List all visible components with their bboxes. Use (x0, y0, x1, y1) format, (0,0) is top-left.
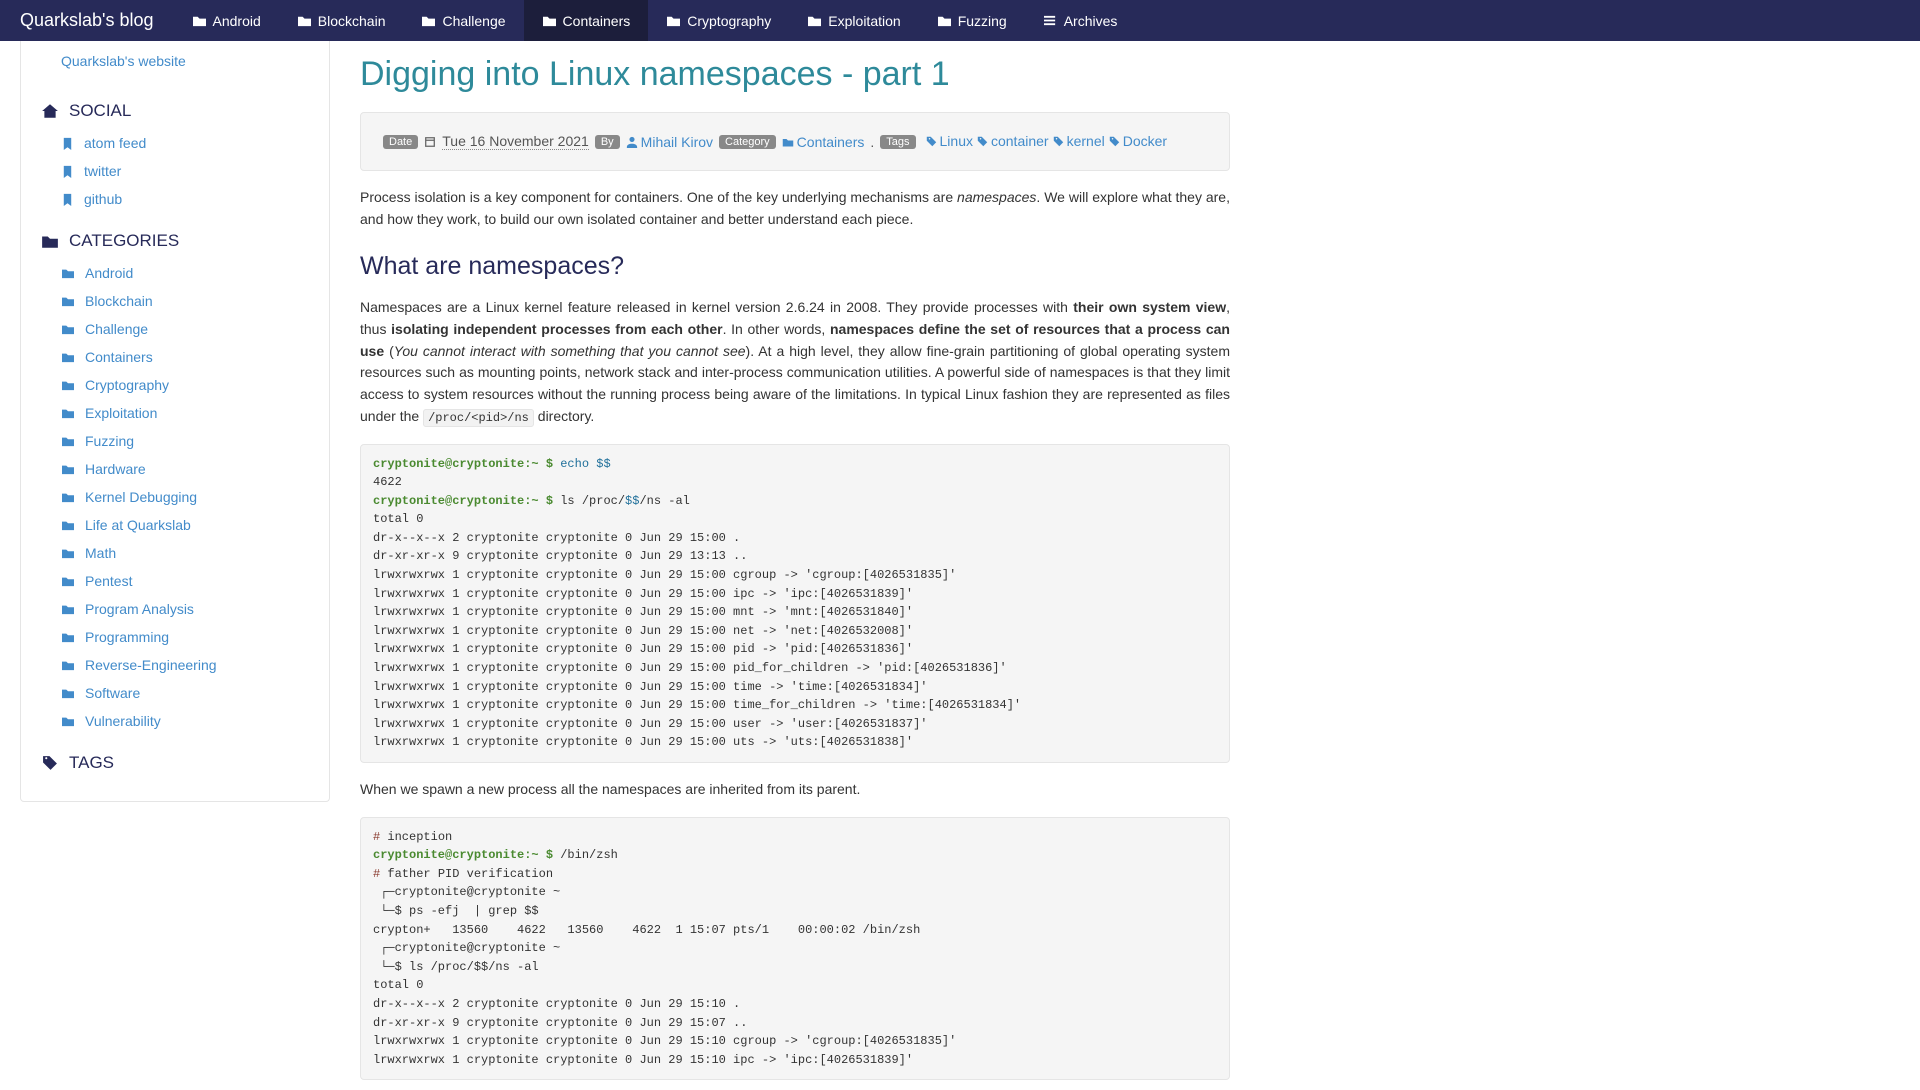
social-link-github[interactable]: github (41, 185, 309, 213)
folder-icon (61, 379, 75, 391)
folder-icon (807, 14, 822, 27)
inline-code-proc-ns: /proc/<pid>/ns (423, 409, 534, 427)
category-link-exploitation[interactable]: Exploitation (41, 399, 309, 427)
category-link-program-analysis[interactable]: Program Analysis (41, 595, 309, 623)
folder-icon (61, 659, 75, 671)
folder-icon (61, 631, 75, 643)
category-link-programming[interactable]: Programming (41, 623, 309, 651)
tag-link-kernel[interactable]: kernel (1053, 133, 1105, 149)
folder-icon (61, 547, 75, 559)
folder-icon (61, 491, 75, 503)
tag-link-linux[interactable]: Linux (926, 133, 973, 149)
category-link-containers[interactable]: Containers (41, 343, 309, 371)
category-link-software[interactable]: Software (41, 679, 309, 707)
meta-category-link[interactable]: Containers (782, 134, 865, 150)
nav-item-fuzzing[interactable]: Fuzzing (919, 0, 1025, 41)
category-link-life-at-quarkslab[interactable]: Life at Quarkslab (41, 511, 309, 539)
folder-icon (542, 14, 557, 27)
meta-dot: . (870, 134, 874, 150)
folder-icon (61, 687, 75, 699)
nav-item-android[interactable]: Android (174, 0, 279, 41)
category-link-kernel-debugging[interactable]: Kernel Debugging (41, 483, 309, 511)
category-link-android[interactable]: Android (41, 259, 309, 287)
code-block-1: cryptonite@cryptonite:~ $ echo $$ 4622 c… (360, 444, 1230, 764)
category-link-challenge[interactable]: Challenge (41, 315, 309, 343)
category-link-vulnerability[interactable]: Vulnerability (41, 707, 309, 735)
quarkslab-website-link[interactable]: Quarkslab's website (41, 51, 309, 83)
bookmark-icon (61, 193, 74, 206)
bookmark-icon (61, 165, 74, 178)
nav-item-cryptography[interactable]: Cryptography (648, 0, 789, 41)
folder-icon (937, 14, 952, 27)
meta-date-label: Date (383, 135, 418, 149)
article-meta: Date Tue 16 November 2021 By Mihail Kiro… (360, 112, 1230, 171)
sidebar-heading-categories: CATEGORIES (41, 231, 309, 251)
folder-icon (192, 14, 207, 27)
tags-icon (41, 755, 59, 771)
list-icon (1043, 14, 1058, 27)
folder-icon (41, 233, 59, 249)
folder-icon (61, 407, 75, 419)
folder-icon (61, 267, 75, 279)
folder-icon (61, 603, 75, 615)
tag-link-container[interactable]: container (977, 133, 1049, 149)
tag-icon (1053, 136, 1064, 147)
article: Digging into Linux namespaces - part 1 D… (360, 41, 1230, 1090)
folder-icon (61, 295, 75, 307)
social-link-atom-feed[interactable]: atom feed (41, 129, 309, 157)
folder-icon (782, 136, 794, 148)
article-title[interactable]: Digging into Linux namespaces - part 1 (360, 55, 1230, 94)
folder-icon (61, 351, 75, 363)
meta-by-label: By (595, 135, 620, 149)
category-link-fuzzing[interactable]: Fuzzing (41, 427, 309, 455)
folder-icon (421, 14, 436, 27)
calendar-icon (424, 136, 436, 148)
tag-link-docker[interactable]: Docker (1109, 133, 1167, 149)
nav-item-containers[interactable]: Containers (524, 0, 649, 41)
category-link-cryptography[interactable]: Cryptography (41, 371, 309, 399)
sidebar: Quarkslab's website SOCIAL atom feedtwit… (20, 41, 330, 802)
social-link-twitter[interactable]: twitter (41, 157, 309, 185)
folder-icon (61, 519, 75, 531)
sidebar-heading-tags: TAGS (41, 753, 309, 773)
home-icon (41, 102, 59, 120)
brand-link[interactable]: Quarkslab's blog (0, 0, 174, 41)
meta-date: Tue 16 November 2021 (442, 133, 589, 150)
tag-icon (926, 136, 937, 147)
folder-icon (61, 435, 75, 447)
folder-icon (61, 715, 75, 727)
sidebar-heading-social: SOCIAL (41, 101, 309, 121)
heading-what-are-namespaces: What are namespaces? (360, 252, 1230, 281)
bookmark-icon (61, 137, 74, 150)
nav-item-blockchain[interactable]: Blockchain (279, 0, 404, 41)
category-link-hardware[interactable]: Hardware (41, 455, 309, 483)
nav-item-exploitation[interactable]: Exploitation (789, 0, 918, 41)
folder-icon (61, 575, 75, 587)
nav-item-archives[interactable]: Archives (1025, 0, 1136, 41)
inherit-paragraph: When we spawn a new process all the name… (360, 779, 1230, 801)
folder-icon (666, 14, 681, 27)
category-link-pentest[interactable]: Pentest (41, 567, 309, 595)
tag-icon (977, 136, 988, 147)
folder-icon (61, 463, 75, 475)
folder-icon (297, 14, 312, 27)
nav-item-challenge[interactable]: Challenge (403, 0, 523, 41)
meta-author-link[interactable]: Mihail Kirov (626, 134, 713, 150)
intro-paragraph: Process isolation is a key component for… (360, 187, 1230, 230)
meta-tags-label: Tags (880, 135, 915, 149)
top-navbar: Quarkslab's blog AndroidBlockchainChalle… (0, 0, 1920, 41)
tag-icon (1109, 136, 1120, 147)
folder-icon (61, 323, 75, 335)
code-block-2: # inception cryptonite@cryptonite:~ $ /b… (360, 817, 1230, 1081)
category-link-reverse-engineering[interactable]: Reverse-Engineering (41, 651, 309, 679)
category-link-blockchain[interactable]: Blockchain (41, 287, 309, 315)
category-link-math[interactable]: Math (41, 539, 309, 567)
user-icon (626, 136, 638, 148)
meta-category-label: Category (719, 135, 776, 149)
what-paragraph: Namespaces are a Linux kernel feature re… (360, 297, 1230, 427)
